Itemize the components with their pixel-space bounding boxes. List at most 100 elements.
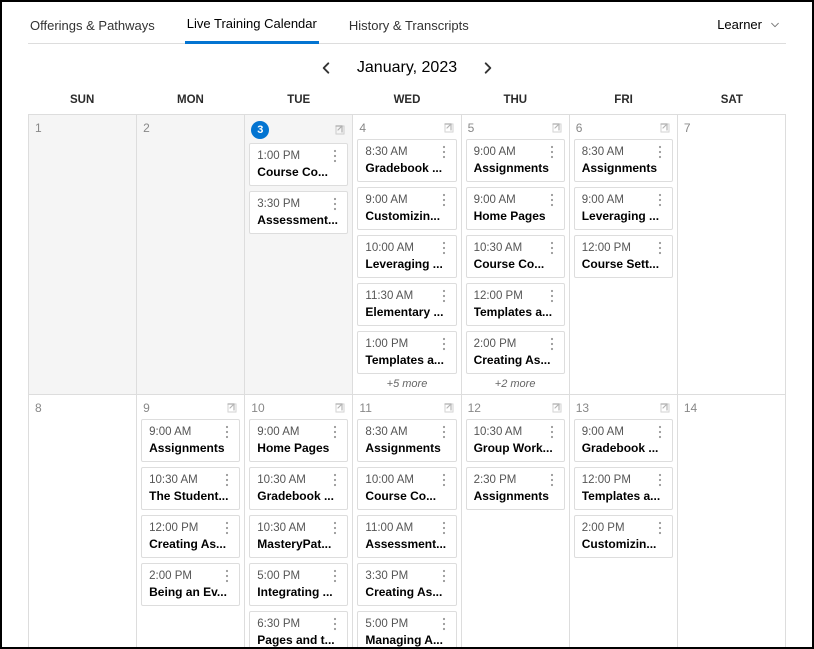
learner-role-dropdown[interactable]: Learner — [717, 17, 786, 32]
kebab-menu-icon[interactable] — [438, 569, 450, 583]
calendar-event[interactable]: 10:30 AMThe Student... — [141, 467, 240, 510]
day-detail-icon[interactable] — [334, 402, 346, 414]
calendar-event[interactable]: 2:30 PMAssignments — [466, 467, 565, 510]
kebab-menu-icon[interactable] — [329, 569, 341, 583]
calendar-event[interactable]: 10:30 AMMasteryPat... — [249, 515, 348, 558]
event-name: Templates a... — [365, 353, 449, 367]
calendar-event[interactable]: 9:00 AMCustomizin... — [357, 187, 456, 230]
kebab-menu-icon[interactable] — [438, 521, 450, 535]
event-name: Assessment... — [365, 537, 449, 551]
calendar-event[interactable]: 11:30 AMElementary ... — [357, 283, 456, 326]
calendar-event[interactable]: 9:00 AMGradebook ... — [574, 419, 673, 462]
calendar-event[interactable]: 1:00 PMTemplates a... — [357, 331, 456, 374]
kebab-menu-icon[interactable] — [438, 617, 450, 631]
calendar-event[interactable]: 9:00 AMAssignments — [466, 139, 565, 182]
event-time: 11:30 AM — [365, 290, 413, 302]
calendar-event[interactable]: 12:00 PMCourse Sett... — [574, 235, 673, 278]
kebab-menu-icon[interactable] — [438, 241, 450, 255]
kebab-menu-icon[interactable] — [654, 145, 666, 159]
kebab-menu-icon[interactable] — [546, 145, 558, 159]
kebab-menu-icon[interactable] — [546, 425, 558, 439]
kebab-menu-icon[interactable] — [546, 289, 558, 303]
prev-month-button[interactable] — [317, 59, 335, 77]
calendar-event[interactable]: 12:00 PMTemplates a... — [466, 283, 565, 326]
event-time: 12:00 PM — [582, 242, 631, 254]
calendar-event[interactable]: 10:30 AMCourse Co... — [466, 235, 565, 278]
calendar-event[interactable]: 12:00 PMTemplates a... — [574, 467, 673, 510]
calendar-day-cell: 59:00 AMAssignments 9:00 AMHome Pages 10:3… — [462, 115, 570, 395]
kebab-menu-icon[interactable] — [438, 289, 450, 303]
calendar-event[interactable]: 8:30 AMAssignments — [357, 419, 456, 462]
calendar-event[interactable]: 10:00 AMLeveraging ... — [357, 235, 456, 278]
tabs-container: Offerings & Pathways Live Training Calen… — [28, 6, 471, 43]
kebab-menu-icon[interactable] — [546, 241, 558, 255]
calendar-event[interactable]: 1:00 PMCourse Co... — [249, 143, 348, 186]
calendar-event[interactable]: 10:30 AMGradebook ... — [249, 467, 348, 510]
calendar-event[interactable]: 9:00 AMAssignments — [141, 419, 240, 462]
kebab-menu-icon[interactable] — [221, 569, 233, 583]
calendar-event[interactable]: 5:00 PMIntegrating ... — [249, 563, 348, 606]
kebab-menu-icon[interactable] — [329, 473, 341, 487]
calendar-event[interactable]: 9:00 AMHome Pages — [249, 419, 348, 462]
day-header-row: 5 — [466, 119, 565, 139]
kebab-menu-icon[interactable] — [654, 425, 666, 439]
calendar-event[interactable]: 5:00 PMManaging A... — [357, 611, 456, 649]
kebab-menu-icon[interactable] — [546, 193, 558, 207]
kebab-menu-icon[interactable] — [329, 617, 341, 631]
day-header-row: 7 — [682, 119, 781, 139]
day-detail-icon[interactable] — [551, 402, 563, 414]
kebab-menu-icon[interactable] — [438, 425, 450, 439]
calendar-event[interactable]: 8:30 AMGradebook ... — [357, 139, 456, 182]
calendar-event[interactable]: 11:00 AMAssessment... — [357, 515, 456, 558]
kebab-menu-icon[interactable] — [221, 473, 233, 487]
calendar-day-cell: 7 — [678, 115, 786, 395]
calendar-event[interactable]: 2:00 PMBeing an Ev... — [141, 563, 240, 606]
kebab-menu-icon[interactable] — [329, 197, 341, 211]
kebab-menu-icon[interactable] — [654, 473, 666, 487]
event-name: Templates a... — [582, 489, 666, 503]
event-time: 3:30 PM — [365, 570, 408, 582]
calendar-event[interactable]: 2:00 PMCustomizin... — [574, 515, 673, 558]
day-detail-icon[interactable] — [659, 122, 671, 134]
more-events-link[interactable]: +5 more — [357, 378, 456, 390]
day-detail-icon[interactable] — [443, 402, 455, 414]
kebab-menu-icon[interactable] — [654, 241, 666, 255]
day-detail-icon[interactable] — [551, 122, 563, 134]
calendar-event[interactable]: 6:30 PMPages and t... — [249, 611, 348, 649]
calendar-event[interactable]: 3:30 PMAssessment... — [249, 191, 348, 234]
day-detail-icon[interactable] — [334, 124, 346, 136]
day-detail-icon[interactable] — [226, 402, 238, 414]
more-events-link[interactable]: +2 more — [466, 378, 565, 390]
kebab-menu-icon[interactable] — [546, 473, 558, 487]
calendar-event[interactable]: 9:00 AMLeveraging ... — [574, 187, 673, 230]
day-detail-icon[interactable] — [443, 122, 455, 134]
day-detail-icon[interactable] — [659, 402, 671, 414]
tab-history-transcripts[interactable]: History & Transcripts — [347, 18, 471, 43]
kebab-menu-icon[interactable] — [221, 425, 233, 439]
kebab-menu-icon[interactable] — [438, 193, 450, 207]
kebab-menu-icon[interactable] — [654, 521, 666, 535]
tab-live-training-calendar[interactable]: Live Training Calendar — [185, 16, 319, 44]
kebab-menu-icon[interactable] — [546, 337, 558, 351]
calendar-event[interactable]: 12:00 PMCreating As... — [141, 515, 240, 558]
kebab-menu-icon[interactable] — [438, 337, 450, 351]
kebab-menu-icon[interactable] — [654, 193, 666, 207]
kebab-menu-icon[interactable] — [329, 425, 341, 439]
kebab-menu-icon[interactable] — [329, 149, 341, 163]
day-number: 9 — [143, 401, 150, 415]
calendar-event[interactable]: 8:30 AMAssignments — [574, 139, 673, 182]
calendar-event[interactable]: 3:30 PMCreating As... — [357, 563, 456, 606]
kebab-menu-icon[interactable] — [221, 521, 233, 535]
calendar-event[interactable]: 2:00 PMCreating As... — [466, 331, 565, 374]
calendar-day-cell: 118:30 AMAssignments10:00 AMCourse Co...… — [353, 395, 461, 649]
tab-offerings[interactable]: Offerings & Pathways — [28, 18, 157, 43]
kebab-menu-icon[interactable] — [329, 521, 341, 535]
kebab-menu-icon[interactable] — [438, 473, 450, 487]
calendar-event[interactable]: 9:00 AMHome Pages — [466, 187, 565, 230]
calendar-day-cell: 1 — [29, 115, 137, 395]
calendar-event[interactable]: 10:30 AMGroup Work... — [466, 419, 565, 462]
kebab-menu-icon[interactable] — [438, 145, 450, 159]
calendar-event[interactable]: 10:00 AMCourse Co... — [357, 467, 456, 510]
next-month-button[interactable] — [479, 59, 497, 77]
calendar-day-cell: 139:00 AMGradebook ...12:00 PMTemplates … — [570, 395, 678, 649]
